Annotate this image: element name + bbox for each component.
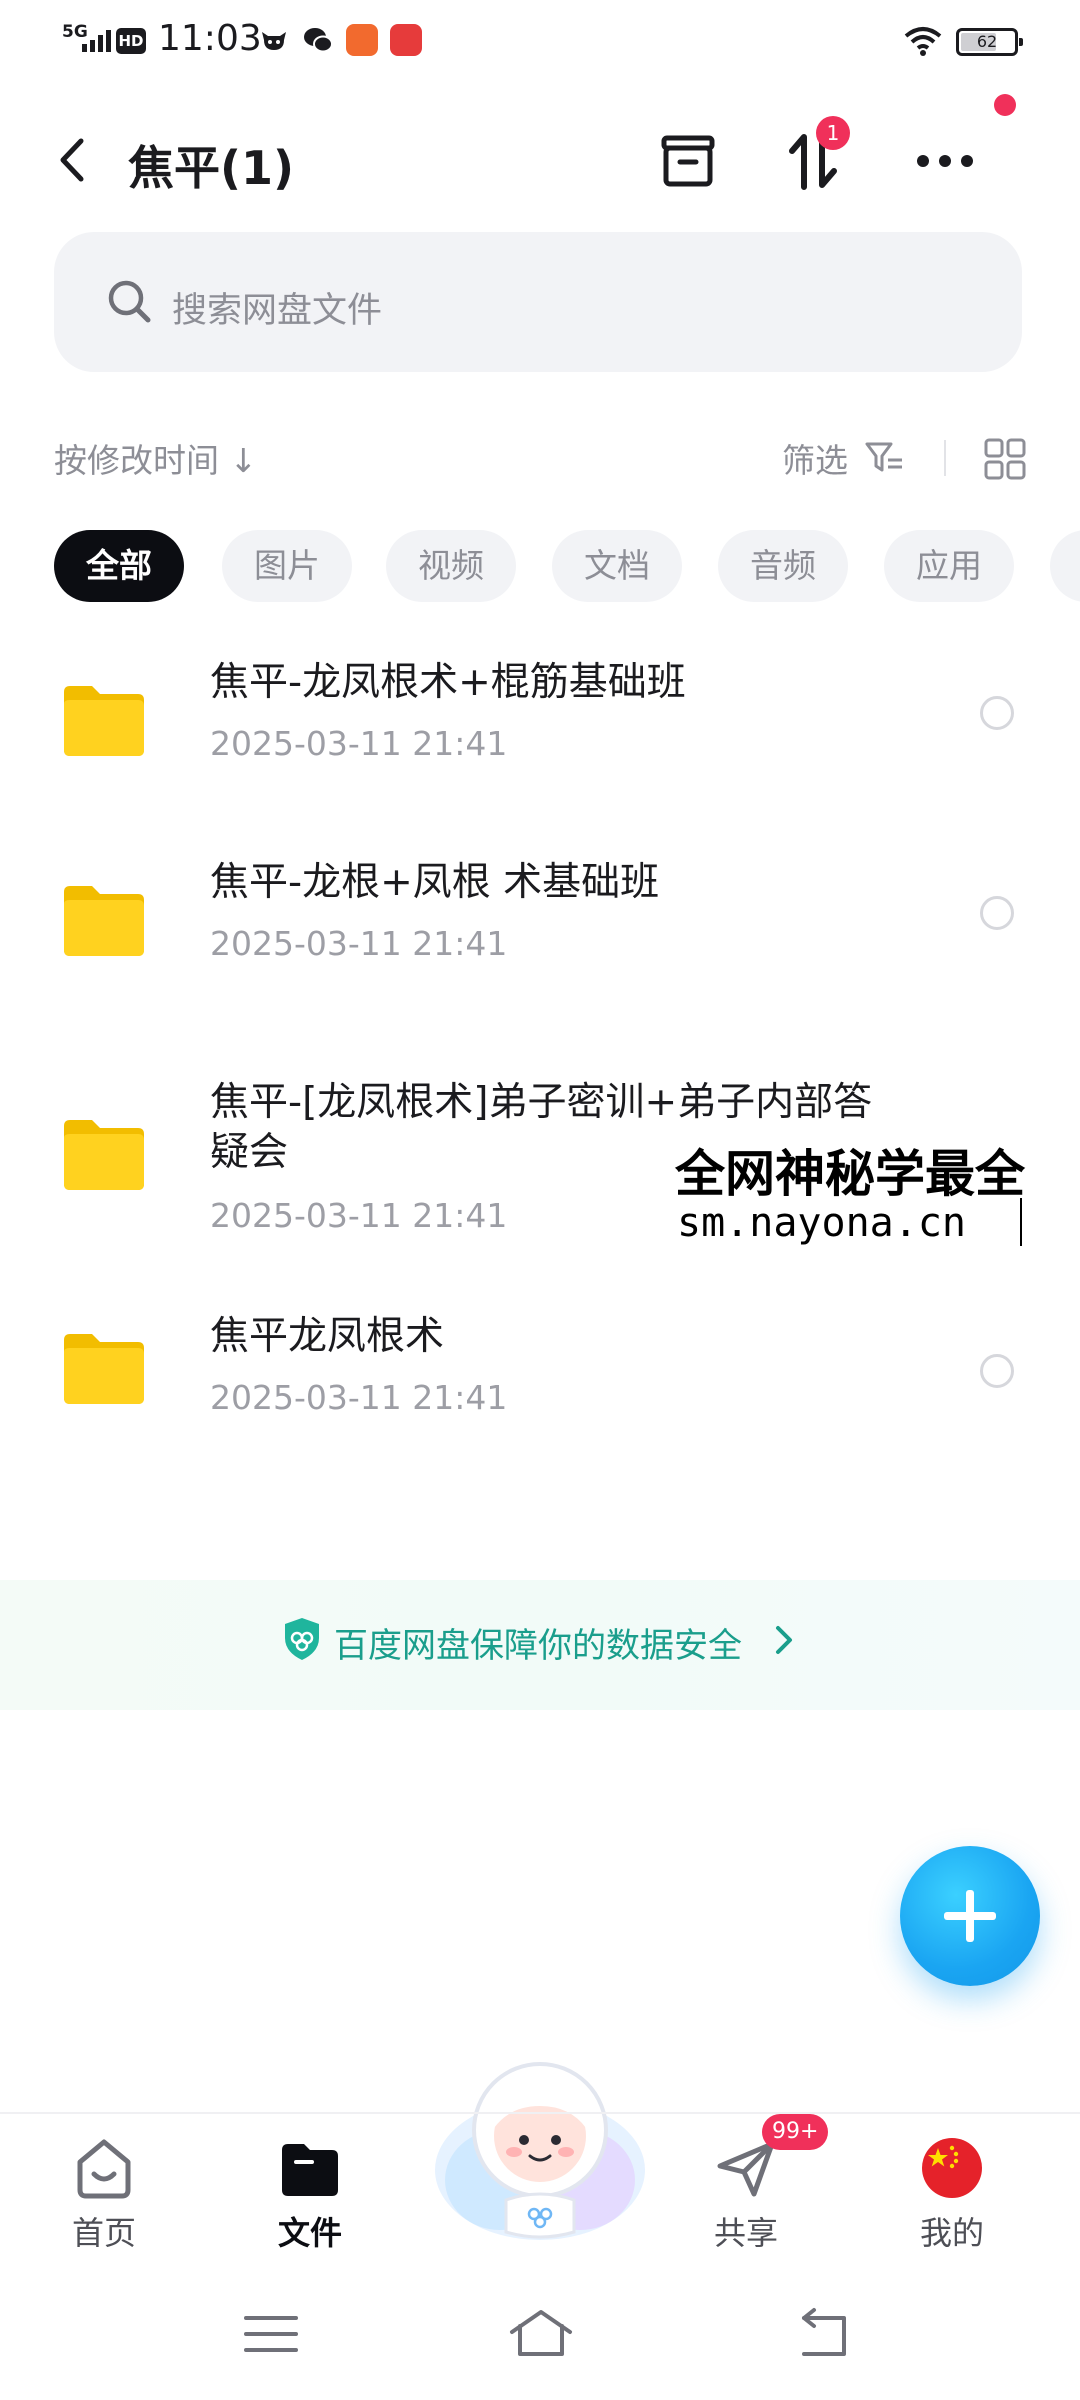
file-date: 2025-03-11 21:41: [210, 1378, 508, 1417]
sort-button[interactable]: 按修改时间 ↓: [54, 434, 257, 482]
select-radio[interactable]: [980, 1354, 1014, 1388]
shield-icon: [285, 1618, 319, 1660]
list-item[interactable]: 焦平-龙根+凤根 术基础班 2025-03-11 21:41: [0, 840, 1080, 1000]
file-date: 2025-03-11 21:41: [210, 1196, 508, 1235]
nav-files[interactable]: 文件: [230, 2114, 390, 2264]
more-button[interactable]: [910, 126, 980, 196]
select-radio[interactable]: [980, 896, 1014, 930]
filter-icon[interactable]: [864, 440, 904, 476]
system-nav-bar: [0, 2280, 1080, 2400]
filter-button[interactable]: 筛选: [782, 434, 848, 482]
back-button[interactable]: [48, 132, 96, 188]
nav-label: 首页: [71, 2214, 136, 2252]
clock: 11:03: [158, 18, 262, 59]
list-item[interactable]: 焦平龙凤根术 2025-03-11 21:41: [0, 1300, 1080, 1460]
game-app-icon: [390, 24, 422, 56]
menu-icon[interactable]: [236, 2304, 306, 2364]
tab-audio[interactable]: 音频: [718, 530, 848, 602]
archive-button[interactable]: [653, 126, 723, 196]
avatar-flag-icon: [922, 2138, 982, 2198]
nav-label: 文件: [277, 2214, 342, 2252]
folder-icon: [64, 886, 144, 956]
tab-videos[interactable]: 视频: [386, 530, 516, 602]
wifi-icon: [904, 27, 942, 56]
list-item[interactable]: 焦平-龙凤根术+棍筋基础班 2025-03-11 21:41: [0, 640, 1080, 800]
nav-label: 我的: [919, 2214, 984, 2252]
divider: [944, 440, 946, 476]
file-date: 2025-03-11 21:41: [210, 724, 508, 763]
notification-dot: [994, 94, 1016, 116]
signal-icon: [82, 30, 111, 52]
battery-level: 62: [976, 32, 998, 51]
add-button[interactable]: [900, 1846, 1040, 1986]
tab-documents[interactable]: 文档: [552, 530, 682, 602]
text-caret: [1020, 1198, 1022, 1246]
chevron-right-icon: [776, 1626, 792, 1654]
hd-badge: HD: [116, 28, 146, 54]
security-banner[interactable]: 百度网盘保障你的数据安全: [0, 1580, 1080, 1710]
home-nav-icon[interactable]: [506, 2304, 576, 2364]
chevron-left-icon: [60, 138, 84, 182]
file-name: 焦平-龙凤根术+棍筋基础班: [210, 660, 686, 705]
security-text: 百度网盘保障你的数据安全: [334, 1626, 742, 1666]
nav-home[interactable]: 首页: [24, 2114, 184, 2264]
nav-share[interactable]: 99+ 共享: [666, 2114, 829, 2264]
page-title: 焦平(1): [128, 141, 295, 195]
search-bar[interactable]: 搜索网盘文件: [54, 232, 1022, 372]
folder-icon: [64, 686, 144, 756]
folder-icon: [64, 1120, 144, 1190]
nav-label: 共享: [713, 2214, 778, 2252]
share-badge: 99+: [762, 2114, 829, 2150]
file-date: 2025-03-11 21:41: [210, 924, 508, 963]
category-tabs: 全部 图片 视频 文档 音频 应用: [54, 530, 1080, 602]
select-radio[interactable]: [980, 696, 1014, 730]
tab-images[interactable]: 图片: [222, 530, 352, 602]
transfer-button[interactable]: 1: [778, 116, 850, 196]
watermark-title: 全网神秘学最全: [675, 1145, 1025, 1203]
bull-app-icon: [262, 32, 286, 50]
more-dots-icon: [917, 155, 973, 167]
back-nav-icon[interactable]: [790, 2304, 860, 2364]
tab-more[interactable]: [1050, 530, 1080, 602]
tab-all[interactable]: 全部: [54, 530, 184, 602]
file-name: 焦平龙凤根术: [210, 1314, 445, 1359]
shop-app-icon: [346, 24, 378, 56]
search-input[interactable]: 搜索网盘文件: [172, 282, 382, 333]
grid-view-icon[interactable]: [984, 438, 1026, 480]
header: 焦平(1) 1: [0, 110, 1080, 210]
folder-icon: [282, 2144, 338, 2196]
bottom-nav: 首页 文件 99+ 共享 我的: [0, 2112, 1080, 2262]
status-bar: 5G HD 11:03 62: [0, 0, 1080, 80]
folder-icon: [64, 1334, 144, 1404]
tab-apps[interactable]: 应用: [884, 530, 1014, 602]
home-icon: [77, 2139, 131, 2199]
watermark-url: sm.nayona.cn: [677, 1200, 966, 1246]
search-icon: [108, 280, 151, 323]
nav-profile[interactable]: 我的: [872, 2114, 1032, 2264]
archive-box-icon: [661, 135, 715, 187]
battery-icon: 62: [956, 28, 1023, 56]
file-name: 焦平-龙根+凤根 术基础班: [210, 860, 660, 905]
transfer-badge: 1: [816, 116, 850, 150]
wechat-icon: [304, 28, 333, 53]
